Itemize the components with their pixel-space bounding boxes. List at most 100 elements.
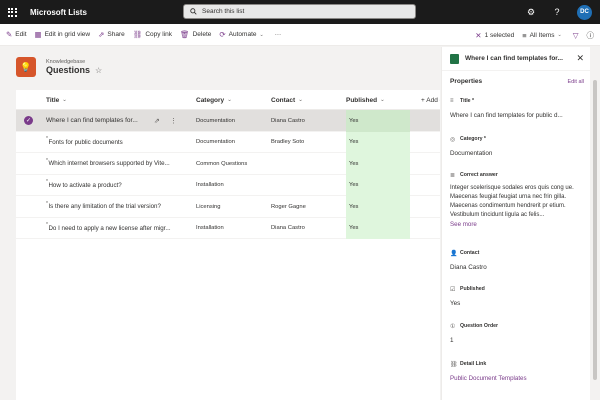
- field-contact-value[interactable]: Diana Castro: [450, 264, 583, 271]
- table-row[interactable]: * Which internet browsers supported by Vi…: [16, 153, 440, 175]
- clear-selection-button[interactable]: ✕ 1 selected: [475, 31, 514, 40]
- cell-category: Licensing: [196, 203, 221, 210]
- field-question-order[interactable]: ① Question Order 1: [450, 322, 583, 344]
- lightbulb-icon: 💡: [16, 57, 36, 77]
- column-header-title[interactable]: Title ⌄: [46, 90, 67, 110]
- app-launcher-icon[interactable]: [0, 0, 24, 24]
- panel-title: Where I can find templates for...: [465, 55, 563, 62]
- cell-category: Documentation: [196, 117, 235, 124]
- table-row[interactable]: * Do I need to apply a new license after …: [16, 217, 440, 240]
- list-grid: Title ⌄ Category ⌄ Contact ⌄ Published ⌄ + A…: [16, 90, 440, 400]
- more-button[interactable]: ···: [275, 31, 282, 38]
- field-contact[interactable]: 👤 Contact Diana Castro: [450, 249, 583, 271]
- filter-button[interactable]: ▽: [573, 31, 579, 40]
- choice-icon: ◎: [450, 136, 456, 143]
- table-row[interactable]: ✓ Where I can find templates for... ⇗ ⋮ D…: [16, 110, 440, 132]
- table-row[interactable]: * Fonts for public documents Documentatio…: [16, 131, 440, 154]
- chevron-down-icon: ⌄: [298, 97, 303, 103]
- column-header-contact[interactable]: Contact ⌄: [271, 90, 303, 110]
- table-row[interactable]: * Is there any limitation of the trial ve…: [16, 196, 440, 218]
- cell-contact: [271, 175, 343, 197]
- pencil-icon: ✎: [6, 30, 13, 39]
- info-icon: ⓘ: [586, 30, 595, 40]
- help-icon[interactable]: ?: [551, 7, 563, 17]
- cell-title[interactable]: * Do I need to apply a new license after …: [46, 218, 194, 240]
- cell-category: Documentation: [196, 139, 235, 146]
- multiline-text-icon: ≣: [450, 172, 456, 179]
- detail-link[interactable]: Public Document Templates: [450, 375, 583, 382]
- share-icon: ⇗: [98, 30, 105, 39]
- field-published-value[interactable]: Yes: [450, 300, 583, 307]
- field-detail-link[interactable]: ⛓ Detail Link Public Document Templates: [450, 360, 583, 382]
- cell-contact: [271, 153, 343, 175]
- checkmark-icon[interactable]: ✓: [24, 116, 33, 125]
- new-item-icon: *: [46, 200, 48, 207]
- details-panel: Where I can find templates for... ✕ Prop…: [441, 47, 590, 400]
- cell-title[interactable]: * Fonts for public documents: [46, 132, 194, 154]
- chevron-down-icon: ⌄: [557, 32, 562, 38]
- new-item-icon: *: [46, 157, 48, 164]
- checkbox-icon: ☑: [450, 286, 456, 293]
- search-box[interactable]: Search this list: [183, 4, 416, 19]
- edit-grid-view-button[interactable]: ▦ Edit in grid view: [35, 30, 91, 39]
- cell-contact: Roger Gagne: [271, 203, 306, 210]
- panel-scrollbar[interactable]: [590, 47, 600, 400]
- copy-link-button[interactable]: ⛓ Copy link: [133, 30, 172, 39]
- info-button[interactable]: ⓘ: [587, 30, 595, 41]
- cell-category: Common Questions: [196, 160, 248, 167]
- close-icon[interactable]: ✕: [576, 53, 584, 64]
- new-item-icon: *: [46, 179, 48, 186]
- edit-button[interactable]: ✎ Edit: [6, 30, 27, 39]
- field-answer[interactable]: ≣ Correct answer Integer scelerisque soda…: [450, 171, 583, 228]
- person-icon: 👤: [450, 250, 458, 257]
- app-name[interactable]: Microsoft Lists: [30, 8, 87, 17]
- trash-icon: 🗑: [180, 30, 190, 39]
- see-more-link[interactable]: See more: [450, 221, 583, 228]
- delete-button[interactable]: 🗑 Delete: [180, 30, 211, 39]
- cell-published: Yes: [346, 196, 410, 218]
- field-title-value[interactable]: Where I can find templates for public d.…: [450, 112, 583, 119]
- field-answer-value[interactable]: Integer scelerisque sodales eros quis co…: [450, 184, 583, 220]
- cell-published: Yes: [346, 131, 410, 153]
- automate-icon: ⟳: [219, 30, 226, 39]
- cell-contact: Diana Castro: [271, 225, 305, 232]
- field-question-order-value[interactable]: 1: [450, 337, 583, 344]
- field-category-value[interactable]: Documentation: [450, 150, 583, 157]
- view-switcher[interactable]: ≡ All Items ⌄: [522, 31, 565, 40]
- scrollbar-thumb[interactable]: [593, 80, 597, 380]
- cell-contact: Bradley Soto: [271, 139, 305, 146]
- top-bar: Microsoft Lists Search this list ⚙ ? DC: [0, 0, 600, 24]
- link-icon: ⛓: [132, 30, 143, 39]
- field-published[interactable]: ☑ Published Yes: [450, 285, 583, 307]
- more-vertical-icon[interactable]: ⋮: [170, 117, 177, 125]
- share-button[interactable]: ⇗ Share: [98, 30, 125, 39]
- command-bar: ✎ Edit ▦ Edit in grid view ⇗ Share ⛓ Copy li…: [0, 24, 600, 46]
- star-icon[interactable]: ☆: [95, 66, 102, 75]
- cell-contact: Diana Castro: [271, 117, 305, 124]
- cell-published: Yes: [346, 153, 410, 175]
- search-input[interactable]: Search this list: [202, 8, 244, 15]
- chevron-down-icon: ⌄: [380, 97, 385, 103]
- panel-header: Where I can find templates for... ✕: [442, 47, 590, 71]
- automate-button[interactable]: ⟳ Automate ⌄: [219, 30, 266, 39]
- chevron-down-icon: ⌄: [227, 97, 232, 103]
- number-icon: ①: [450, 323, 456, 330]
- cell-title[interactable]: * Is there any limitation of the trial ve…: [46, 196, 194, 218]
- table-row[interactable]: * How to activate a product? Installation…: [16, 174, 440, 197]
- add-column-button[interactable]: + Add column: [421, 90, 440, 110]
- user-avatar[interactable]: DC: [577, 4, 592, 20]
- page-title: Questions: [46, 65, 91, 75]
- new-item-icon: *: [46, 222, 48, 229]
- grid-header: Title ⌄ Category ⌄ Contact ⌄ Published ⌄ + A…: [16, 90, 440, 110]
- share-icon[interactable]: ⇗: [154, 117, 160, 125]
- new-item-icon: *: [46, 136, 48, 143]
- field-category[interactable]: ◎ Category * Documentation: [450, 135, 583, 157]
- cell-title[interactable]: Where I can find templates for...: [46, 110, 152, 132]
- column-header-category[interactable]: Category ⌄: [196, 90, 232, 110]
- cell-title[interactable]: * How to activate a product?: [46, 175, 194, 197]
- column-header-published[interactable]: Published ⌄: [346, 90, 385, 110]
- field-title[interactable]: ≡ Title * Where I can find templates for …: [450, 97, 583, 119]
- edit-all-link[interactable]: Edit all: [567, 79, 584, 85]
- cell-title[interactable]: * Which internet browsers supported by Vi…: [46, 153, 194, 175]
- settings-gear-icon[interactable]: ⚙: [525, 7, 537, 18]
